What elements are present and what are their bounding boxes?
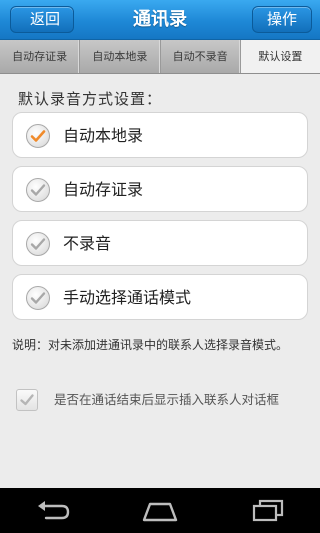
recent-apps-icon[interactable]: [248, 498, 288, 524]
option-label: 自动存证录: [63, 180, 144, 199]
tab-auto-local-record[interactable]: 自动本地录: [80, 40, 161, 73]
tab-bar: 自动存证录 自动本地录 自动不录音 默认设置: [0, 40, 320, 74]
option-label: 不录音: [63, 234, 112, 253]
tab-auto-no-record[interactable]: 自动不录音: [161, 40, 241, 73]
explanation-text: 说明：对未添加进通讯录中的联系人选择录音模式。: [12, 338, 289, 352]
checkmark-icon: [26, 286, 50, 310]
checkmark-selected-icon: [26, 124, 50, 148]
option-auto-local-record[interactable]: 自动本地录: [12, 112, 308, 158]
tab-default-settings[interactable]: 默认设置: [240, 40, 320, 73]
system-navigation-bar: [0, 488, 320, 533]
show-dialog-checkbox[interactable]: [16, 389, 38, 411]
title-bar: 返回 通讯录 操作: [0, 0, 320, 40]
back-button-label: 返回: [29, 10, 60, 28]
back-button[interactable]: 返回: [10, 6, 74, 33]
show-insert-contact-dialog-setting: 是否在通话结束后显示插入联系人对话框: [16, 389, 316, 411]
record-mode-options: 自动本地录 自动存证录 不录音 手动选择通话模式: [12, 112, 308, 328]
back-arrow-icon[interactable]: [32, 498, 72, 524]
option-manual-select-mode[interactable]: 手动选择通话模式: [12, 274, 308, 320]
option-label: 自动本地录: [63, 126, 144, 145]
tab-auto-evidence-record[interactable]: 自动存证录: [0, 40, 81, 73]
action-button[interactable]: 操作: [252, 6, 312, 33]
checkmark-icon: [26, 232, 50, 256]
checkbox-label: 是否在通话结束后显示插入联系人对话框: [54, 392, 280, 407]
page-title: 通讯录: [133, 9, 187, 30]
option-no-record[interactable]: 不录音: [12, 220, 308, 266]
checkmark-icon: [26, 178, 50, 202]
option-auto-evidence-record[interactable]: 自动存证录: [12, 166, 308, 212]
home-icon[interactable]: [140, 498, 180, 524]
option-label: 手动选择通话模式: [63, 288, 192, 307]
section-title: 默认录音方式设置：: [18, 90, 163, 108]
